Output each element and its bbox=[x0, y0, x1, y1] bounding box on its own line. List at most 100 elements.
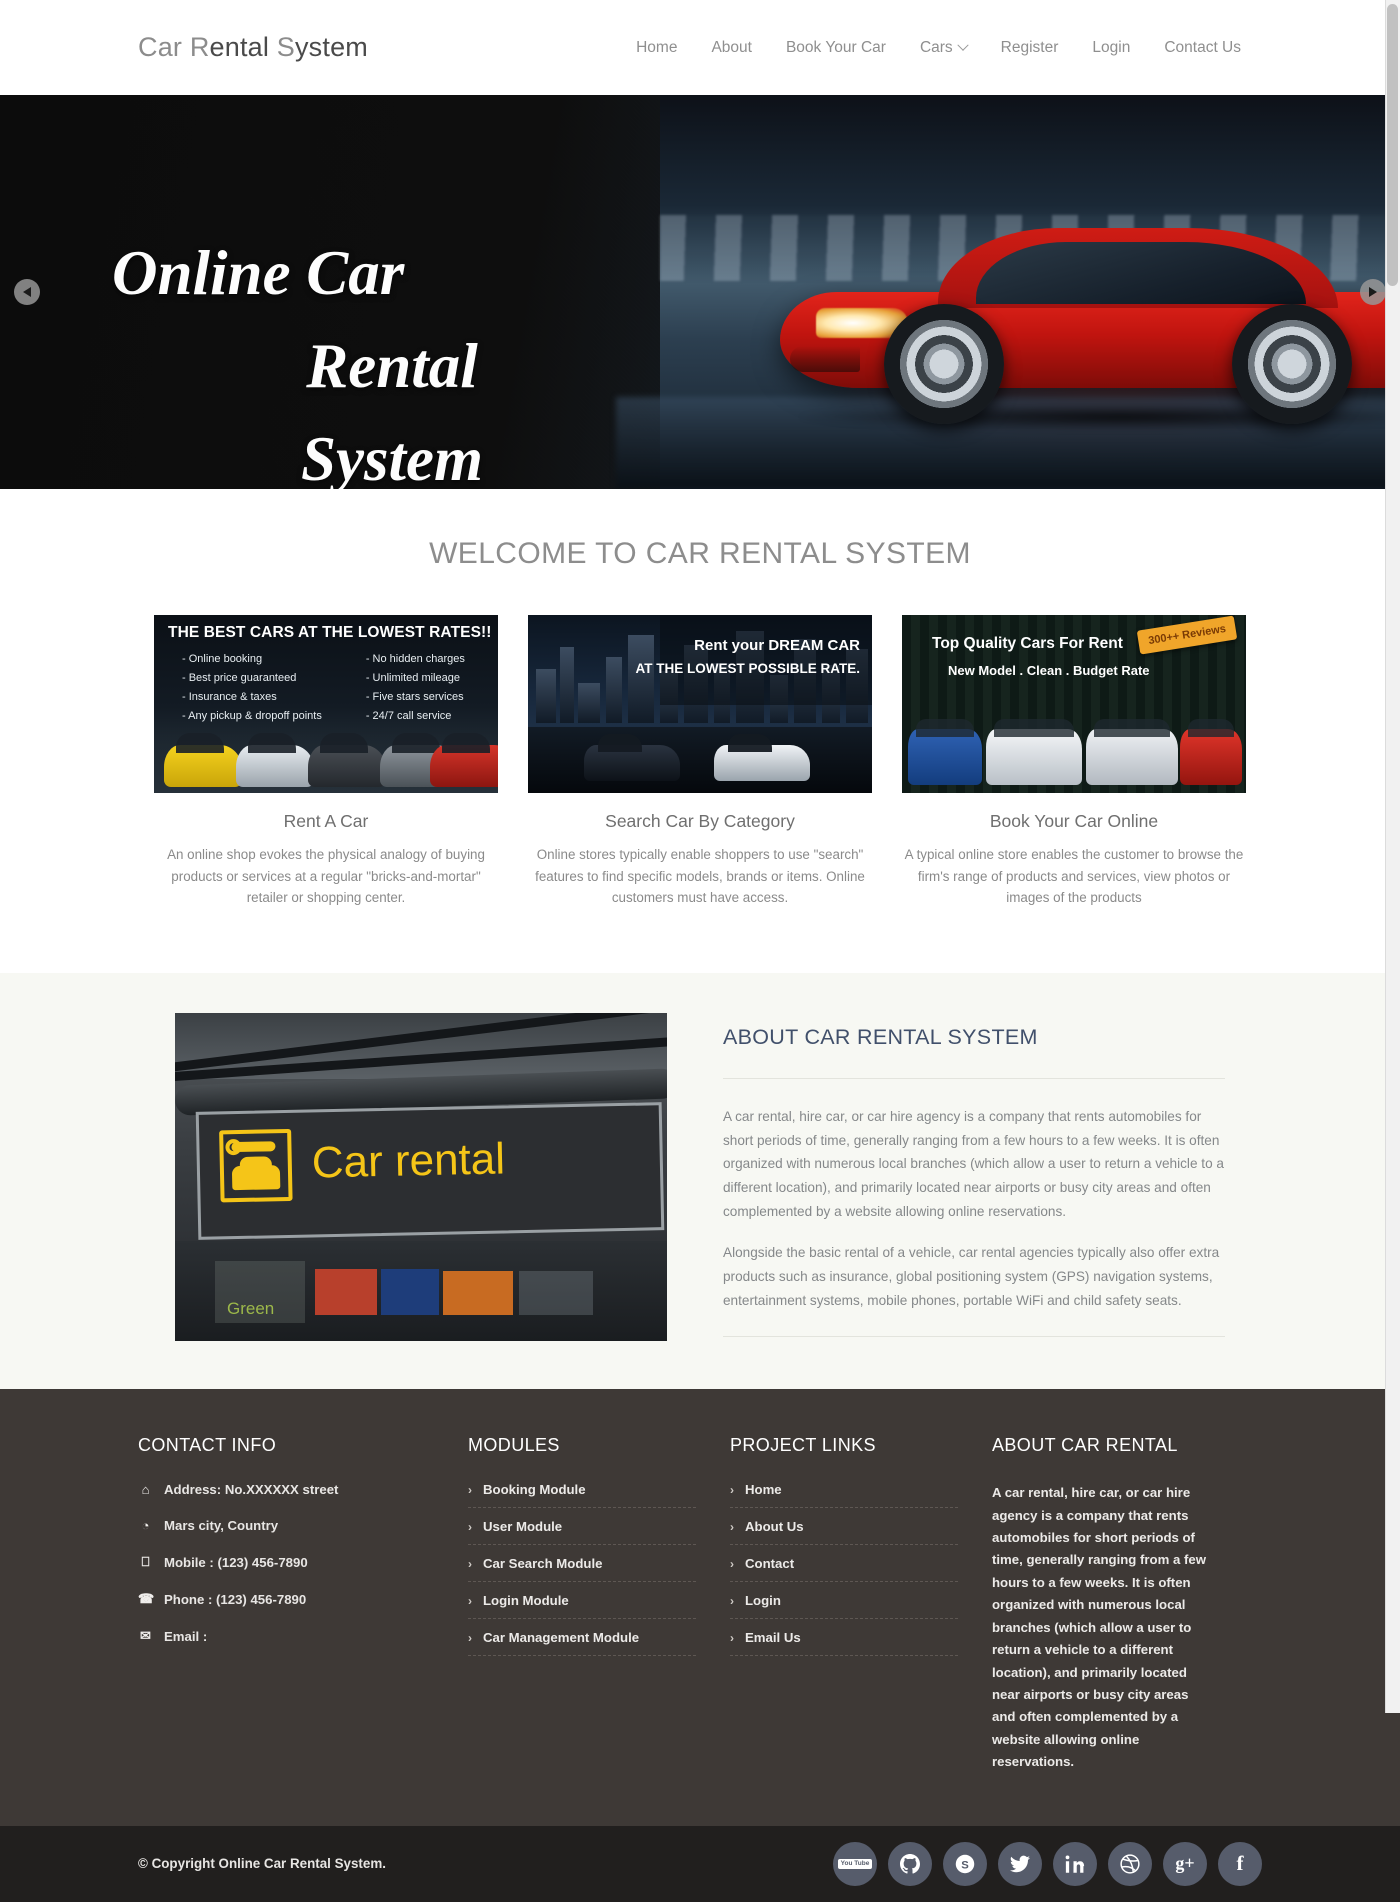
about-section: Car rental Green ABOUT CAR RENTAL SYSTEM… bbox=[0, 973, 1400, 1390]
footer-link-label: Login Module bbox=[483, 1593, 569, 1609]
welcome-section: WELCOME TO CAR RENTAL SYSTEM THE BEST CA… bbox=[0, 489, 1400, 974]
about-image-car-rental-sign: Car rental Green bbox=[175, 1013, 667, 1342]
footer-link-label: Booking Module bbox=[483, 1482, 586, 1498]
chevron-right-icon: › bbox=[730, 1593, 734, 1608]
card-image-book-online: Top Quality Cars For Rent New Model . Cl… bbox=[902, 615, 1246, 793]
contact-mobile: ⎕ Mobile : (123) 456-7890 bbox=[138, 1554, 434, 1570]
footer-link-home[interactable]: › Home bbox=[730, 1482, 958, 1509]
skype-icon[interactable]: S bbox=[943, 1841, 987, 1886]
copyright-bar: © Copyright Online Car Rental System. Yo… bbox=[0, 1825, 1400, 1902]
feature-card-book-online[interactable]: Top Quality Cars For Rent New Model . Cl… bbox=[902, 615, 1246, 909]
chevron-right-icon: › bbox=[468, 1519, 472, 1534]
footer-column-modules: MODULES › Booking Module › User Module › Ca… bbox=[468, 1435, 730, 1774]
site-header: Car Rental System Home About Book Your C… bbox=[0, 0, 1400, 95]
footer-link-about-us[interactable]: › About Us bbox=[730, 1519, 958, 1546]
feature-card-search-by-category[interactable]: Rent your DREAM CAR AT THE LOWEST POSSIB… bbox=[528, 615, 872, 909]
logo-part-2: R bbox=[189, 32, 210, 62]
chevron-right-icon bbox=[1369, 287, 1377, 297]
contact-email: ✉ Email : bbox=[138, 1628, 434, 1644]
nav-item-contact-us[interactable]: Contact Us bbox=[1147, 31, 1258, 65]
footer-link-booking-module[interactable]: › Booking Module bbox=[468, 1482, 696, 1509]
hero-title-line-2: Rental bbox=[306, 331, 478, 402]
about-image-sign-text: Car rental bbox=[311, 1134, 506, 1188]
facebook-icon[interactable]: f bbox=[1218, 1841, 1262, 1886]
card2-banner-subtitle: AT THE LOWEST POSSIBLE RATE. bbox=[635, 661, 860, 676]
footer-link-email-us[interactable]: › Email Us bbox=[730, 1630, 958, 1657]
logo-part-5: ystem bbox=[294, 32, 368, 62]
chevron-left-icon bbox=[23, 287, 31, 297]
nav-label-home: Home bbox=[636, 38, 678, 56]
chevron-right-icon: › bbox=[730, 1482, 734, 1497]
card1-banner-col2: - No hidden charges - Unlimited mileage - … bbox=[365, 653, 465, 722]
about-paragraph-1: A car rental, hire car, or car hire agen… bbox=[723, 1109, 1224, 1219]
scrollbar-thumb[interactable] bbox=[1387, 4, 1398, 286]
footer-link-label: Contact bbox=[745, 1556, 795, 1572]
footer-heading-contact-info: CONTACT INFO bbox=[138, 1435, 277, 1456]
card3-reviews-badge: 300++ Reviews bbox=[1136, 615, 1238, 655]
contact-address-text: Address: No.XXXXXX street bbox=[164, 1482, 339, 1498]
footer-link-login-module[interactable]: › Login Module bbox=[468, 1593, 696, 1620]
about-divider-bottom bbox=[723, 1336, 1225, 1338]
about-title: ABOUT CAR RENTAL SYSTEM bbox=[723, 1025, 1038, 1050]
footer-heading-about: ABOUT CAR RENTAL bbox=[992, 1435, 1178, 1456]
contact-city: ◔ Mars city, Country bbox=[138, 1518, 434, 1533]
card-heading-book-online: Book Your Car Online bbox=[989, 811, 1159, 831]
chevron-right-icon: › bbox=[730, 1519, 734, 1534]
nav-item-home[interactable]: Home bbox=[619, 31, 694, 65]
footer-about-text: A car rental, hire car, or car hire agen… bbox=[992, 1485, 1206, 1770]
card-heading-rent-a-car: Rent A Car bbox=[283, 811, 369, 831]
site-logo[interactable]: Car Rental System bbox=[138, 32, 368, 63]
svg-text:S: S bbox=[961, 1859, 969, 1871]
carousel-next-button[interactable] bbox=[1360, 279, 1386, 305]
footer-link-login[interactable]: › Login bbox=[730, 1593, 958, 1620]
nav-item-about[interactable]: About bbox=[694, 31, 769, 65]
footer-link-contact[interactable]: › Contact bbox=[730, 1556, 958, 1583]
mobile-icon: ⎕ bbox=[141, 1554, 150, 1570]
chevron-right-icon: › bbox=[468, 1482, 472, 1497]
nav-item-book-your-car[interactable]: Book Your Car bbox=[769, 31, 903, 65]
hero-title-line-1: Online Car bbox=[112, 238, 405, 308]
youtube-icon[interactable]: You Tube bbox=[833, 1841, 877, 1886]
google-plus-icon[interactable]: g+ bbox=[1163, 1841, 1207, 1886]
chevron-right-icon: › bbox=[468, 1556, 472, 1571]
nav-item-login[interactable]: Login bbox=[1075, 31, 1147, 65]
nav-label-about: About bbox=[711, 38, 752, 56]
chevron-right-icon: › bbox=[468, 1630, 472, 1645]
chevron-down-icon bbox=[957, 39, 969, 51]
phone-icon: ☎ bbox=[138, 1591, 155, 1607]
card1-banner-title: THE BEST CARS AT THE LOWEST RATES!! bbox=[168, 624, 492, 641]
twitter-icon[interactable] bbox=[998, 1841, 1042, 1886]
contact-mobile-text: Mobile : (123) 456-7890 bbox=[164, 1554, 308, 1570]
linkedin-icon[interactable] bbox=[1053, 1841, 1097, 1886]
hero-carousel: Online Car Rental System bbox=[0, 95, 1400, 489]
nav-label-cars: Cars bbox=[919, 38, 953, 56]
dribbble-icon[interactable] bbox=[1108, 1841, 1152, 1886]
footer-link-user-module[interactable]: › User Module bbox=[468, 1519, 696, 1546]
welcome-title: WELCOME TO CAR RENTAL SYSTEM bbox=[429, 537, 971, 570]
nav-label-book-your-car: Book Your Car bbox=[785, 38, 886, 56]
about-paragraph-2: Alongside the basic rental of a vehicle,… bbox=[723, 1245, 1220, 1308]
chevron-right-icon: › bbox=[468, 1593, 472, 1608]
footer-link-label: Car Management Module bbox=[483, 1630, 640, 1646]
about-image-poster-text: Green bbox=[227, 1299, 275, 1319]
chevron-right-icon: › bbox=[730, 1556, 734, 1571]
site-footer: CONTACT INFO ⌂ Address: No.XXXXXX street… bbox=[0, 1389, 1400, 1826]
nav-item-cars[interactable]: Cars bbox=[903, 31, 984, 65]
carousel-prev-button[interactable] bbox=[14, 279, 40, 305]
contact-address: ⌂ Address: No.XXXXXX street bbox=[138, 1482, 434, 1497]
feature-card-rent-a-car[interactable]: THE BEST CARS AT THE LOWEST RATES!! - On… bbox=[154, 615, 498, 909]
footer-link-label: Home bbox=[745, 1482, 782, 1498]
card-text-rent-a-car: An online shop evokes the physical analo… bbox=[167, 847, 485, 906]
card-heading-search-by-category: Search Car By Category bbox=[605, 811, 795, 831]
nav-item-register[interactable]: Register bbox=[984, 31, 1076, 65]
page-scrollbar[interactable] bbox=[1385, 0, 1400, 1713]
card-text-book-online: A typical online store enables the custo… bbox=[904, 847, 1244, 906]
copyright-text: © Copyright Online Car Rental System. bbox=[138, 1856, 386, 1872]
chevron-right-icon: › bbox=[730, 1630, 734, 1645]
feature-cards: THE BEST CARS AT THE LOWEST RATES!! - On… bbox=[0, 615, 1400, 909]
footer-link-car-management-module[interactable]: › Car Management Module bbox=[468, 1630, 696, 1657]
footer-heading-modules: MODULES bbox=[468, 1435, 560, 1456]
footer-link-car-search-module[interactable]: › Car Search Module bbox=[468, 1556, 696, 1583]
card-image-rent-a-car: THE BEST CARS AT THE LOWEST RATES!! - On… bbox=[154, 615, 498, 793]
github-icon[interactable] bbox=[888, 1841, 932, 1886]
